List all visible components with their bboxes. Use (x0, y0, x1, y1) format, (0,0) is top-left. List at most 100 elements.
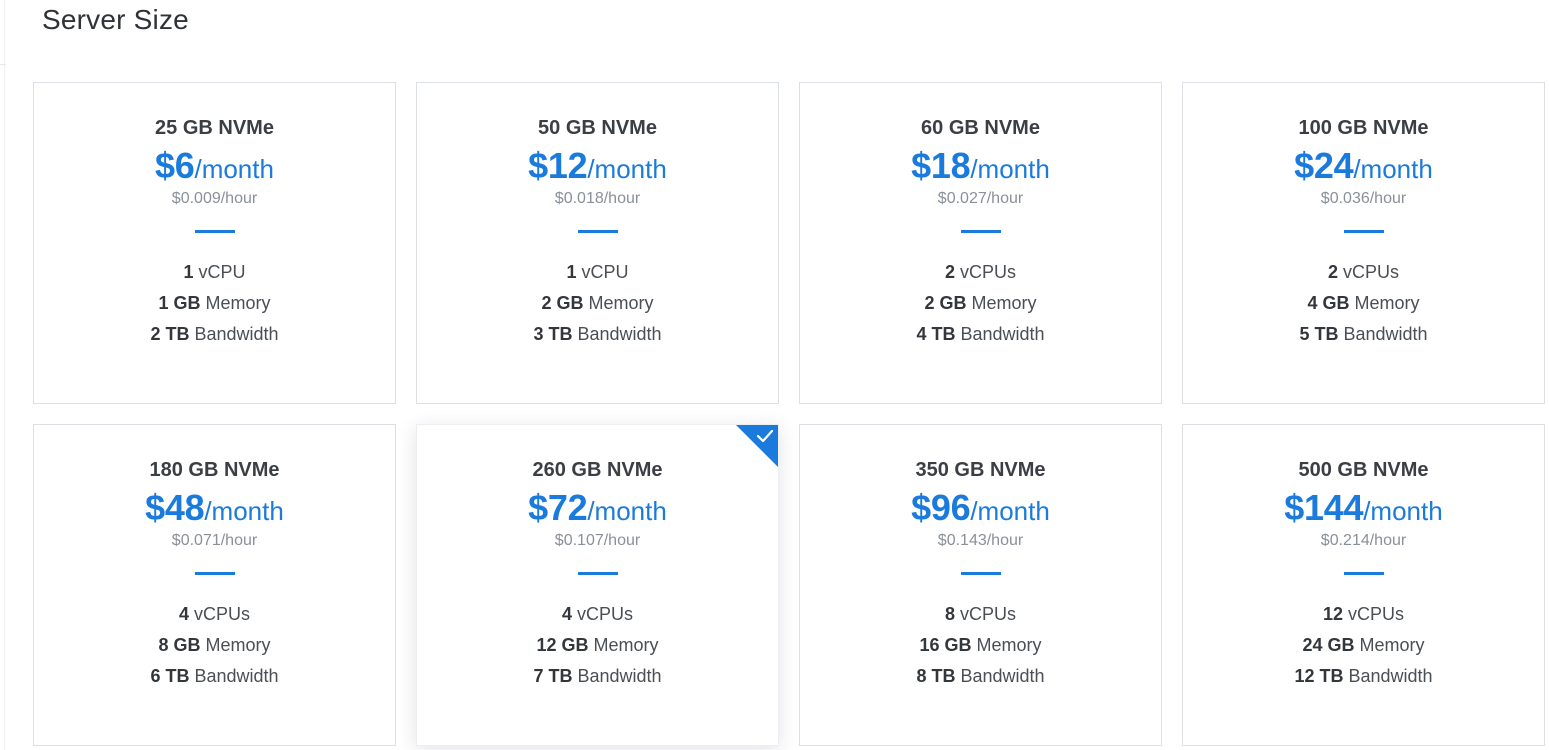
plan-specs: 1 vCPU 1 GB Memory 2 TB Bandwidth (34, 261, 395, 345)
spec-value: 2 (944, 262, 955, 282)
plan-specs: 4 vCPUs 12 GB Memory 7 TB Bandwidth (417, 603, 778, 687)
plan-spec-bandwidth: 6 TB Bandwidth (34, 665, 395, 687)
spec-label: Memory (205, 293, 271, 313)
spec-value: 2 (1327, 262, 1338, 282)
plan-spec-memory: 8 GB Memory (34, 634, 395, 656)
spec-value: 1 (183, 262, 194, 282)
spec-value: 4 (178, 604, 189, 624)
spec-label: vCPUs (960, 262, 1017, 282)
spec-value: 12 TB (1294, 666, 1344, 686)
plan-disk-size: 500 GB NVMe (1298, 459, 1429, 481)
spec-label: Bandwidth (194, 324, 279, 344)
spec-value: 1 (566, 262, 577, 282)
plan-price: $144 (1284, 487, 1364, 528)
plan-card-260gb-selected[interactable]: 260 GB NVMe $72/month $0.107/hour 4 vCPUs… (416, 424, 779, 746)
plan-divider (960, 230, 1001, 233)
plan-card-500gb[interactable]: 500 GB NVMe $144/month $0.214/hour 12 vCP… (1182, 424, 1545, 746)
plan-spec-cpu: 2 vCPUs (1183, 261, 1544, 283)
plan-price-row: $18/month (800, 145, 1161, 189)
spec-label: vCPUs (577, 604, 634, 624)
checkmark-icon (756, 429, 774, 443)
plan-spec-cpu: 2 vCPUs (800, 261, 1161, 283)
spec-value: 2 GB (924, 293, 967, 313)
spec-value: 6 TB (150, 666, 190, 686)
plan-disk-size: 60 GB NVMe (921, 117, 1040, 139)
plan-price-period: /month (587, 154, 667, 184)
spec-label: Memory (1359, 635, 1425, 655)
plan-disk-size: 100 GB NVMe (1298, 117, 1429, 139)
plan-disk-size: 25 GB NVMe (155, 117, 274, 139)
plan-hourly-price: $0.143/hour (937, 532, 1024, 549)
plan-hourly-price: $0.107/hour (554, 532, 641, 549)
plan-specs: 8 vCPUs 16 GB Memory 8 TB Bandwidth (800, 603, 1161, 687)
plan-divider (1343, 572, 1384, 575)
spec-value: 1 GB (158, 293, 201, 313)
plan-card-100gb[interactable]: 100 GB NVMe $24/month $0.036/hour 2 vCPUs… (1182, 82, 1545, 404)
plan-specs: 1 vCPU 2 GB Memory 3 TB Bandwidth (417, 261, 778, 345)
plan-price: $6 (155, 145, 195, 186)
spec-value: 2 GB (541, 293, 584, 313)
page-title: Server Size (42, 4, 189, 35)
plan-hourly-price: $0.036/hour (1320, 190, 1407, 207)
spec-label: vCPUs (1348, 604, 1405, 624)
spec-value: 3 TB (533, 324, 573, 344)
plan-price: $48 (145, 487, 205, 528)
plan-spec-memory: 12 GB Memory (417, 634, 778, 656)
plan-divider (960, 572, 1001, 575)
plan-spec-bandwidth: 4 TB Bandwidth (800, 323, 1161, 345)
spec-label: Memory (1354, 293, 1420, 313)
spec-label: Bandwidth (577, 666, 662, 686)
spec-label: Memory (205, 635, 271, 655)
plan-spec-cpu: 1 vCPU (417, 261, 778, 283)
plan-hourly-price: $0.027/hour (937, 190, 1024, 207)
plan-price: $24 (1294, 145, 1354, 186)
plan-card-180gb[interactable]: 180 GB NVMe $48/month $0.071/hour 4 vCPUs… (33, 424, 396, 746)
plan-spec-memory: 4 GB Memory (1183, 292, 1544, 314)
spec-value: 4 TB (916, 324, 956, 344)
plan-card-60gb[interactable]: 60 GB NVMe $18/month $0.027/hour 2 vCPUs … (799, 82, 1162, 404)
plan-price-period: /month (1363, 496, 1443, 526)
plan-price-row: $144/month (1183, 487, 1544, 531)
plan-price-period: /month (587, 496, 667, 526)
plan-spec-memory: 16 GB Memory (800, 634, 1161, 656)
plan-specs: 2 vCPUs 2 GB Memory 4 TB Bandwidth (800, 261, 1161, 345)
spec-label: Bandwidth (1348, 666, 1433, 686)
plan-spec-bandwidth: 2 TB Bandwidth (34, 323, 395, 345)
server-size-page: Server Size 25 GB NVMe $6/month $0.009/h… (0, 0, 1549, 750)
spec-label: Memory (976, 635, 1042, 655)
plan-spec-cpu: 12 vCPUs (1183, 603, 1544, 625)
plan-specs: 12 vCPUs 24 GB Memory 12 TB Bandwidth (1183, 603, 1544, 687)
plan-spec-cpu: 4 vCPUs (417, 603, 778, 625)
plan-price: $96 (911, 487, 971, 528)
plan-card-50gb[interactable]: 50 GB NVMe $12/month $0.018/hour 1 vCPU 2… (416, 82, 779, 404)
plan-price-period: /month (970, 154, 1050, 184)
plan-price-row: $24/month (1183, 145, 1544, 189)
plan-card-350gb[interactable]: 350 GB NVMe $96/month $0.143/hour 8 vCPUs… (799, 424, 1162, 746)
plan-card-25gb[interactable]: 25 GB NVMe $6/month $0.009/hour 1 vCPU 1 … (33, 82, 396, 404)
plan-price-period: /month (194, 154, 274, 184)
plan-spec-cpu: 4 vCPUs (34, 603, 395, 625)
left-border-line (4, 0, 5, 750)
plan-hourly-price: $0.214/hour (1320, 532, 1407, 549)
spec-value: 12 GB (536, 635, 589, 655)
spec-label: vCPUs (960, 604, 1017, 624)
spec-value: 7 TB (533, 666, 573, 686)
spec-value: 2 TB (150, 324, 190, 344)
plan-spec-memory: 1 GB Memory (34, 292, 395, 314)
plan-price-row: $96/month (800, 487, 1161, 531)
spec-value: 24 GB (1302, 635, 1355, 655)
spec-value: 12 (1322, 604, 1343, 624)
plan-spec-bandwidth: 5 TB Bandwidth (1183, 323, 1544, 345)
plan-price-row: $12/month (417, 145, 778, 189)
plan-spec-cpu: 1 vCPU (34, 261, 395, 283)
plan-price: $12 (528, 145, 588, 186)
plan-hourly-price: $0.071/hour (171, 532, 258, 549)
spec-label: Memory (593, 635, 659, 655)
plan-price: $18 (911, 145, 971, 186)
plan-price-period: /month (1353, 154, 1433, 184)
spec-label: Memory (971, 293, 1037, 313)
plan-hourly-price: $0.009/hour (171, 190, 258, 207)
spec-label: Bandwidth (960, 324, 1045, 344)
spec-label: vCPU (198, 262, 246, 282)
spec-label: vCPU (581, 262, 629, 282)
